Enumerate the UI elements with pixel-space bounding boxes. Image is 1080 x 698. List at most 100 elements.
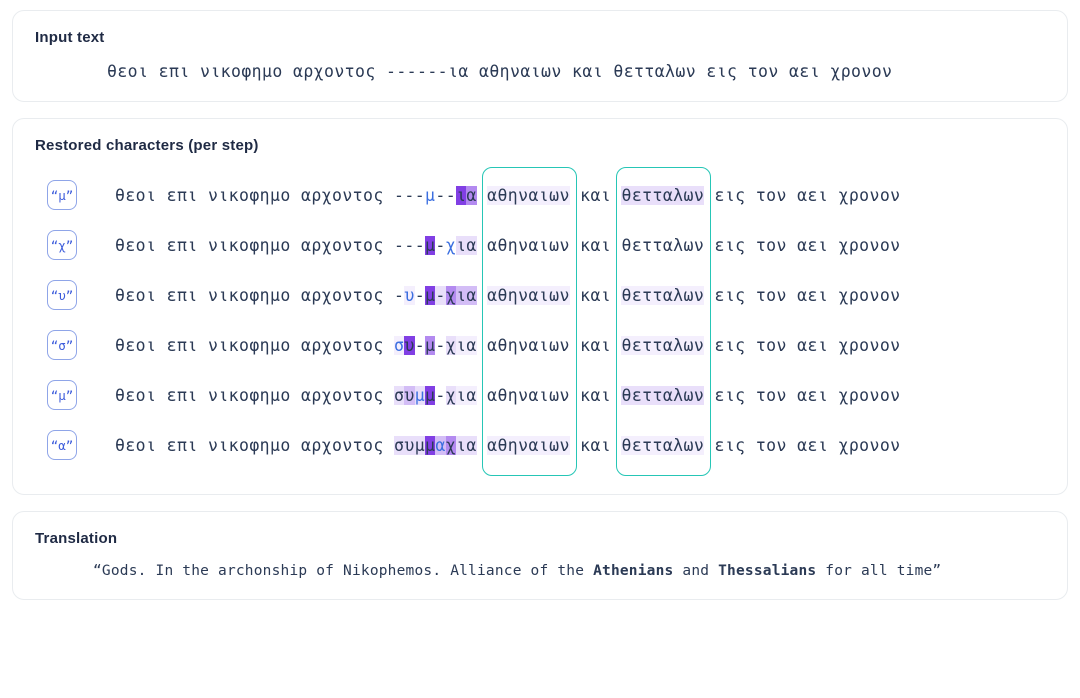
restored-segment: συμμ-χια [394, 385, 477, 405]
step-row: “χ” θεοι επι νικοφημο αρχοντος ---μ-χια α… [35, 220, 1045, 270]
restored-char: χ [445, 435, 457, 455]
step-badge[interactable]: “υ” [47, 280, 77, 310]
sequence-prefix: θεοι επι νικοφημο αρχοντος [115, 385, 395, 405]
restored-segment: -υ-μ-χια [394, 285, 477, 305]
step-badge[interactable]: “σ” [47, 330, 77, 360]
word-kai: και [580, 435, 612, 455]
word-kai: και [580, 385, 612, 405]
restored-segment: συ-μ-χια [394, 335, 477, 355]
restored-char-new: υ [404, 285, 415, 305]
restored-char: ι [456, 435, 467, 455]
translation-text: for all time” [816, 563, 942, 579]
restored-char: υ [404, 385, 415, 405]
restored-char: - [435, 185, 446, 205]
restored-char: - [435, 385, 446, 405]
restored-char: - [394, 185, 405, 205]
word-kai: και [580, 285, 612, 305]
restored-char: σ [394, 385, 405, 405]
restored-char: - [435, 285, 446, 305]
steps-list: “μ” θεοι επι νικοφημο αρχοντος ---μ--ια α… [35, 166, 1045, 476]
restored-segment: συμμαχια [394, 435, 477, 455]
word-thessalians: θετταλων [621, 435, 705, 455]
translation-text: “Gods. In the archonship of Nikophemos. … [93, 563, 594, 579]
restored-char: - [404, 235, 415, 255]
restored-char: - [414, 335, 426, 355]
restored-segment: ---μ-χια [394, 235, 477, 255]
word-athenians: αθηναιων [487, 235, 570, 255]
page-root: Input text θεοι επι νικοφημο αρχοντος --… [0, 0, 1080, 698]
restored-char: χ [445, 385, 457, 405]
restored-char: μ [425, 385, 436, 405]
restored-char: - [414, 235, 426, 255]
restored-char: χ [445, 285, 457, 305]
restored-char: - [414, 185, 426, 205]
step-row: “υ” θεοι επι νικοφημο αρχοντος -υ-μ-χια α… [35, 270, 1045, 320]
restored-char: α [466, 385, 477, 405]
restored-char-new: α [435, 435, 446, 455]
restored-char: ι [456, 185, 467, 205]
restored-char: μ [425, 285, 436, 305]
restored-char-new: μ [425, 185, 436, 205]
restored-char: ι [456, 335, 467, 355]
word-athenians: αθηναιων [487, 335, 570, 355]
restored-char: σ [394, 435, 405, 455]
step-row: “σ” θεοι επι νικοφημο αρχοντος συ-μ-χια α… [35, 320, 1045, 370]
step-sequence: θεοι επι νικοφημο αρχοντος ---μ-χια αθην… [115, 235, 901, 255]
step-badge[interactable]: “μ” [47, 380, 77, 410]
sequence-suffix: εις τον αει χρονον [714, 435, 901, 455]
sequence-prefix: θεοι επι νικοφημο αρχοντος [115, 185, 395, 205]
sequence-prefix: θεοι επι νικοφημο αρχοντος [115, 235, 395, 255]
step-row: “μ” θεοι επι νικοφημο αρχοντος συμμ-χια α… [35, 370, 1045, 420]
word-athenians: αθηναιων [487, 285, 570, 305]
translation-card: Translation “Gods. In the archonship of … [12, 511, 1068, 600]
sequence-prefix: θεοι επι νικοφημο αρχοντος [115, 435, 395, 455]
word-athenians: αθηναιων [487, 185, 570, 205]
restored-char: ι [456, 285, 467, 305]
step-badge[interactable]: “μ” [47, 180, 77, 210]
sequence-suffix: εις τον αει χρονον [714, 185, 901, 205]
restored-char: - [414, 285, 426, 305]
restored-char-new: σ [394, 335, 405, 355]
translation-value: “Gods. In the archonship of Nikophemos. … [35, 563, 1045, 579]
word-thessalians: θετταλων [621, 385, 705, 405]
restored-char: - [394, 235, 405, 255]
translation-emphasis: Athenians [593, 563, 674, 579]
restored-characters-title: Restored characters (per step) [35, 137, 259, 154]
step-badge[interactable]: “α” [47, 430, 77, 460]
restored-char: α [466, 235, 477, 255]
restored-char: μ [425, 335, 436, 355]
restored-char: - [404, 185, 415, 205]
word-thessalians: θετταλων [621, 285, 705, 305]
restored-char: μ [425, 435, 436, 455]
translation-emphasis: Thessalians [718, 563, 817, 579]
step-row: “α” θεοι επι νικοφημο αρχοντος συμμαχια α… [35, 420, 1045, 470]
restored-characters-card: Restored characters (per step) “μ” θεοι ε… [12, 118, 1068, 495]
input-text-title: Input text [35, 29, 105, 46]
word-kai: και [580, 185, 612, 205]
step-badge[interactable]: “χ” [47, 230, 77, 260]
restored-char: μ [414, 435, 426, 455]
sequence-suffix: εις τον αει χρονον [714, 385, 901, 405]
word-athenians: αθηναιων [487, 385, 570, 405]
input-text-card: Input text θεοι επι νικοφημο αρχοντος --… [12, 10, 1068, 102]
word-thessalians: θετταλων [621, 185, 705, 205]
restored-char: α [466, 435, 477, 455]
step-sequence: θεοι επι νικοφημο αρχοντος -υ-μ-χια αθην… [115, 285, 901, 305]
word-athenians: αθηναιων [487, 435, 570, 455]
input-text-value: θεοι επι νικοφημο αρχοντος ------ια αθην… [107, 62, 893, 81]
